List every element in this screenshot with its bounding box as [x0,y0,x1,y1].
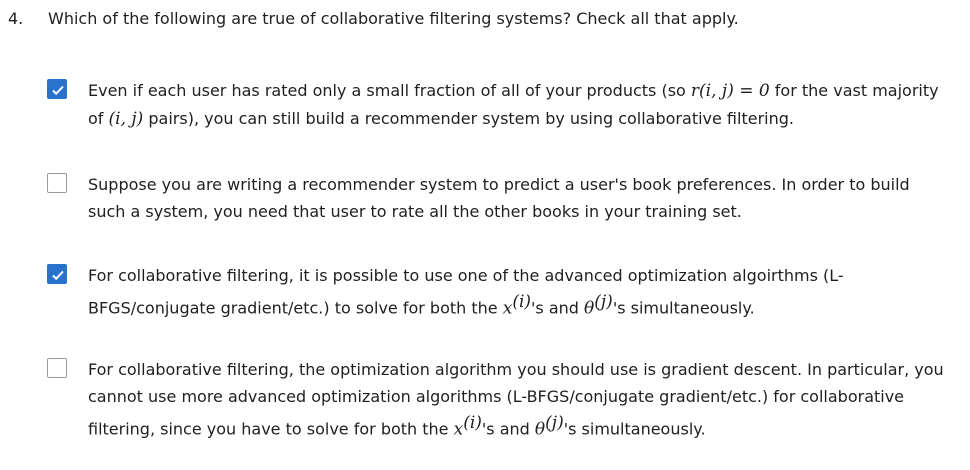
math-expression: r(i, j) = 0 [690,81,770,101]
text-segment: Even if each user has rated only a small… [88,81,691,100]
question-text: Which of the following are true of colla… [48,9,739,28]
text-segment: 's simultaneously. [563,419,706,439]
checkbox[interactable] [47,173,67,193]
checkmark-icon [52,85,64,96]
question-number: 4. [8,9,24,28]
math-expression: θ [584,298,595,319]
superscript: (i) [463,413,482,433]
text-segment: 's and [481,419,535,439]
text-segment: pairs), you can still build a recommende… [143,109,794,128]
text-segment: Suppose you are writing a recommender sy… [88,175,910,221]
math-expression: θ [534,419,546,440]
superscript: (j) [594,292,613,312]
checkbox[interactable] [47,79,67,99]
math-expression: x [453,419,464,440]
checkmark-icon [52,270,64,281]
option-text: For collaborative filtering, the optimiz… [88,356,948,443]
math-expression: x [502,298,513,319]
text-segment: 's simultaneously. [612,298,755,318]
math-expression: (i, j) [108,109,144,129]
option-text: Even if each user has rated only a small… [88,77,948,133]
option-text: Suppose you are writing a recommender sy… [88,171,948,225]
text-segment: 's and [531,298,585,318]
superscript: (j) [545,413,564,433]
checkbox[interactable] [47,358,67,378]
superscript: (i) [512,292,532,312]
checkbox[interactable] [47,264,67,284]
option-text: For collaborative filtering, it is possi… [88,262,948,322]
